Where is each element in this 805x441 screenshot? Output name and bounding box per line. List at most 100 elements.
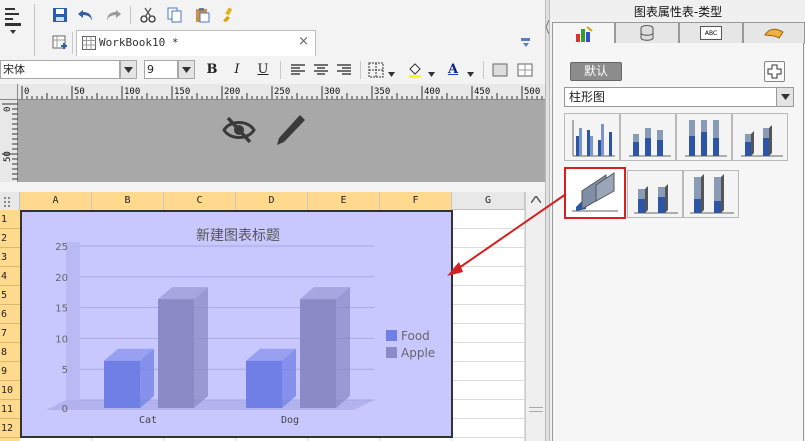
default-button[interactable]: 默认: [570, 62, 622, 81]
ruler-top-tick: 100: [124, 87, 140, 97]
tab-type[interactable]: [552, 22, 615, 44]
font-color-dropdown-icon[interactable]: [467, 67, 474, 80]
ruler-top-tick: 350: [374, 87, 390, 97]
3d-stacked-column-thumb[interactable]: [627, 170, 683, 218]
workbook-tab-title: WorkBook10 *: [99, 36, 179, 49]
font-size-dropdown-icon[interactable]: [178, 60, 195, 79]
underline-button[interactable]: U: [254, 61, 272, 78]
ruler-vertical: 0 50: [0, 100, 18, 185]
y-tick-label: 20: [55, 273, 68, 284]
bar-food-dog: [246, 348, 296, 408]
row-header-3[interactable]: 3: [0, 248, 20, 267]
column-header-d[interactable]: D: [236, 192, 308, 210]
tab-data[interactable]: [615, 22, 679, 44]
3d-clustered-column-thumb-selected[interactable]: [564, 167, 626, 219]
save-icon[interactable]: [50, 5, 70, 25]
stacked-column-thumb[interactable]: [620, 113, 676, 161]
borders-dropdown-icon[interactable]: [388, 67, 395, 80]
chart-design-area: [18, 100, 545, 182]
font-name-select[interactable]: 宋体: [0, 60, 120, 79]
format-painter-icon[interactable]: [219, 5, 239, 25]
fill-color-icon[interactable]: [405, 60, 425, 80]
row-header-4[interactable]: 4: [0, 267, 20, 286]
align-center-icon[interactable]: [311, 60, 331, 80]
row-header-7[interactable]: 7: [0, 324, 20, 343]
align-left-icon[interactable]: [288, 60, 308, 80]
column-header-a[interactable]: A: [20, 192, 92, 210]
column-header-e[interactable]: E: [308, 192, 380, 210]
column-header-f[interactable]: F: [380, 192, 452, 210]
svg-text:ABC: ABC: [705, 30, 717, 37]
font-size-select[interactable]: 9: [144, 60, 178, 79]
bar-chart: 新建图表标题 0 5 10 15 20 25 Cat Dog Food Apple: [46, 228, 435, 426]
row-header-12[interactable]: 12: [0, 419, 20, 438]
cut-icon[interactable]: [138, 5, 158, 25]
y-tick-label: 5: [62, 365, 68, 376]
bar-apple-dog: [300, 287, 350, 408]
tab-style[interactable]: ABC: [679, 22, 743, 44]
hidden-eye-icon[interactable]: [222, 114, 256, 146]
column-header-b[interactable]: B: [92, 192, 164, 210]
paste-icon[interactable]: [192, 5, 212, 25]
vertical-scrollbar[interactable]: [525, 192, 545, 441]
app-window: WorkBook10 * × 宋体 9 B I U A 0 50 100 150 200…: [0, 0, 805, 441]
percent-column-thumb[interactable]: [676, 113, 732, 161]
insert-sheet-icon[interactable]: [50, 32, 70, 52]
ruler-top-tick: 450: [474, 87, 490, 97]
ruler-top-tick: 50: [74, 87, 85, 97]
row-header-2[interactable]: 2: [0, 229, 20, 248]
y-tick-label: 0: [62, 404, 68, 415]
row-header-10[interactable]: 10: [0, 381, 20, 400]
panel-title: 图表属性表-类型: [633, 5, 723, 19]
bold-button[interactable]: B: [203, 61, 221, 78]
row-header-9[interactable]: 9: [0, 362, 20, 381]
fill-color-dropdown-icon[interactable]: [428, 67, 435, 80]
redo-icon[interactable]: [103, 5, 123, 25]
font-color-button[interactable]: A: [444, 61, 462, 78]
ruler-top-tick: 150: [174, 87, 190, 97]
row-header-6[interactable]: 6: [0, 305, 20, 324]
3d-column-thumb[interactable]: [732, 113, 788, 161]
tab-effects[interactable]: [743, 22, 805, 44]
database-icon: [640, 25, 654, 41]
ruler-left-tick: 50: [3, 151, 13, 162]
wrap-text-icon[interactable]: [515, 60, 535, 80]
y-tick-label: 25: [55, 242, 68, 253]
chart-type-select-value: 柱形图: [569, 90, 606, 104]
font-name-dropdown-icon[interactable]: [120, 60, 137, 79]
close-tab-icon[interactable]: ×: [298, 34, 309, 49]
y-tick-label: 10: [55, 334, 68, 345]
column-header-c[interactable]: C: [164, 192, 236, 210]
align-right-icon[interactable]: [334, 60, 354, 80]
row-header-8[interactable]: 8: [0, 343, 20, 362]
copy-icon[interactable]: [165, 5, 185, 25]
3d-percent-column-thumb[interactable]: [683, 170, 739, 218]
ruler-top-tick: 200: [224, 87, 240, 97]
workbook-tab[interactable]: WorkBook10 * ×: [76, 30, 316, 56]
merge-cells-icon[interactable]: [490, 60, 510, 80]
chart-type-select[interactable]: 柱形图: [564, 87, 794, 107]
chart-object[interactable]: 新建图表标题 0 5 10 15 20 25 Cat Dog Food Apple: [20, 210, 453, 438]
undo-icon[interactable]: [76, 5, 96, 25]
italic-button[interactable]: I: [228, 61, 246, 78]
borders-icon[interactable]: [366, 60, 386, 80]
ruler-top-tick: 0: [24, 87, 29, 97]
select-all-corner[interactable]: [0, 192, 20, 210]
chart-property-panel: 图表属性表-类型 ABC 默认 柱形图: [549, 0, 805, 441]
bar-food-cat: [104, 348, 154, 408]
x-category-label: Dog: [281, 415, 299, 426]
column-header-g[interactable]: G: [452, 192, 525, 210]
plus-icon: [767, 64, 782, 79]
edit-pencil-icon[interactable]: [274, 112, 308, 148]
row-header-1[interactable]: 1: [0, 210, 20, 229]
row-header-5[interactable]: 5: [0, 286, 20, 305]
main-menu-icon[interactable]: [2, 4, 26, 36]
chart-type-dropdown-icon[interactable]: [776, 88, 793, 106]
tab-list-icon[interactable]: [520, 36, 532, 51]
bar-apple-cat: [158, 287, 208, 408]
row-header-11[interactable]: 11: [0, 400, 20, 419]
y-tick-label: 15: [55, 304, 68, 315]
clustered-column-thumb[interactable]: [564, 113, 620, 161]
legend-label-food: Food: [401, 329, 430, 343]
add-button[interactable]: [764, 61, 785, 82]
